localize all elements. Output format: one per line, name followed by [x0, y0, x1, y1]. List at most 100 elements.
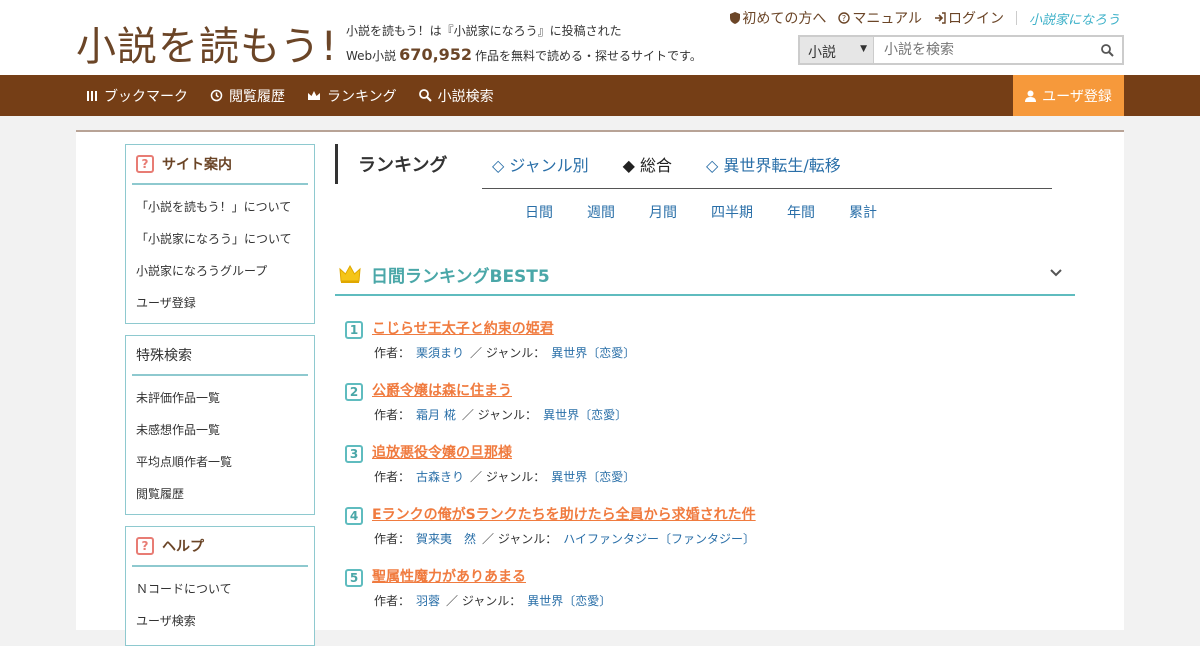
entry-title-link[interactable]: 聖属性魔力がありあまる [372, 566, 526, 586]
entry-meta: 作者： 古森きり ／ ジャンル： 異世界〔恋愛〕 [374, 468, 641, 485]
nav-ranking-label: ランキング [327, 88, 397, 105]
sidebar-item-register[interactable]: ユーザ登録 [136, 287, 314, 319]
top-links: 初めての方へ ? マニュアル ログイン 小説家になろう [730, 8, 1120, 28]
sidebar-guide-header: ? サイト案内 [132, 145, 308, 185]
nav-history[interactable]: 閲覧履歴 [210, 86, 285, 106]
author-link[interactable]: 古森きり [416, 470, 464, 484]
list-item: 1 こじらせ王太子と約束の姫君 作者： 栗須まり ／ ジャンル： 異世界〔恋愛〕 [345, 318, 1065, 380]
list-item: 5 聖属性魔力がありあまる 作者： 羽蓉 ／ ジャンル： 異世界〔恋愛〕 [345, 566, 1065, 628]
narou-logo-link[interactable]: 小説家になろう [1029, 9, 1120, 28]
tab-isekai[interactable]: ◇ 異世界転生/転移 [706, 152, 841, 176]
nav-bookmark-label: ブックマーク [104, 88, 188, 105]
period-daily[interactable]: 日間 [525, 202, 553, 222]
tagline-suffix: 作品を無料で読める・探せるサイトです。 [475, 49, 702, 63]
sidebar-guide: ? サイト案内 「小説を読もう！」について 「小説家になろう」について 小説家に… [125, 144, 315, 324]
author-label: 作者： [374, 532, 411, 546]
period-total[interactable]: 累計 [849, 202, 877, 222]
search-input[interactable] [874, 37, 1092, 63]
sidebar-item-ncode[interactable]: Ｎコードについて [136, 573, 314, 605]
author-label: 作者： [374, 594, 411, 608]
crown-icon [339, 264, 361, 283]
entry-title-link[interactable]: 追放悪役令嬢の旦那様 [372, 442, 512, 462]
bookmark-icon [87, 90, 97, 101]
sidebar-special: 特殊検索 未評価作品一覧 未感想作品一覧 平均点順作者一覧 閲覧履歴 [125, 335, 315, 515]
rank-badge: 1 [345, 321, 363, 339]
manual-label: マニュアル [852, 11, 922, 27]
entry-meta: 作者： 栗須まり ／ ジャンル： 異世界〔恋愛〕 [374, 344, 641, 361]
tagline-prefix: Web小説 [346, 49, 397, 63]
period-tabs: 日間 週間 月間 四半期 年間 累計 [525, 202, 877, 222]
help-icon: ? [136, 155, 154, 173]
daily-best-title: 日間ランキングBEST5 [371, 266, 550, 287]
caret-down-icon: ▼ [860, 44, 867, 54]
tagline-line2: Web小説 670,952 作品を無料で読める・探せるサイトです。 [346, 43, 702, 68]
search-bar: 小説 ▼ [798, 35, 1124, 65]
author-link[interactable]: 羽蓉 [416, 594, 440, 608]
tab-genre[interactable]: ◇ ジャンル別 [492, 152, 589, 176]
beginner-link[interactable]: 初めての方へ [730, 8, 826, 28]
nav-bookmark[interactable]: ブックマーク [86, 86, 188, 106]
login-link[interactable]: ログイン [934, 8, 1004, 28]
entry-meta: 作者： 羽蓉 ／ ジャンル： 異世界〔恋愛〕 [374, 592, 617, 609]
entry-title-link[interactable]: こじらせ王太子と約束の姫君 [372, 318, 554, 338]
list-item: 3 追放悪役令嬢の旦那様 作者： 古森きり ／ ジャンル： 異世界〔恋愛〕 [345, 442, 1065, 504]
list-item: 2 公爵令嬢は森に住まう 作者： 霜月 椛 ／ ジャンル： 異世界〔恋愛〕 [345, 380, 1065, 442]
genre-label: ／ ジャンル： [482, 532, 558, 546]
rank-badge: 3 [345, 445, 363, 463]
user-register-button[interactable]: ユーザ登録 [1013, 75, 1124, 116]
daily-best-header[interactable]: 日間ランキングBEST5 [335, 254, 1075, 296]
sidebar-item-no-review[interactable]: 未感想作品一覧 [136, 414, 314, 446]
search-icon [1100, 43, 1114, 57]
tab-overall[interactable]: ◆ 総合 [623, 152, 672, 176]
question-circle-icon: ? [838, 12, 851, 24]
genre-link[interactable]: 異世界〔恋愛〕 [527, 594, 611, 608]
shield-icon [730, 12, 741, 24]
genre-label: ／ ジャンル： [446, 594, 522, 608]
toplinks-divider [1015, 11, 1017, 25]
genre-label: ／ ジャンル： [461, 408, 538, 422]
rank-badge: 4 [345, 507, 363, 525]
sidebar-item-narou-group[interactable]: 小説家になろうグループ [136, 255, 314, 287]
genre-link[interactable]: ハイファンタジー〔ファンタジー〕 [563, 532, 755, 546]
search-button[interactable] [1092, 37, 1122, 63]
nav-search[interactable]: 小説検索 [418, 86, 494, 106]
entry-title-link[interactable]: Eランクの俺がSランクたちを助けたら全員から求婚された件 [372, 504, 756, 524]
genre-link[interactable]: 異世界〔恋愛〕 [543, 408, 627, 422]
author-link[interactable]: 霜月 椛 [416, 408, 456, 422]
period-weekly[interactable]: 週間 [587, 202, 615, 222]
author-label: 作者： [374, 408, 411, 422]
nav-ranking[interactable]: ランキング [307, 86, 397, 106]
sidebar-item-unrated[interactable]: 未評価作品一覧 [136, 382, 314, 414]
sidebar-guide-title: サイト案内 [162, 157, 232, 173]
genre-link[interactable]: 異世界〔恋愛〕 [551, 470, 635, 484]
nav-history-label: 閲覧履歴 [229, 88, 285, 105]
author-link[interactable]: 栗須まり [416, 346, 464, 360]
tagline-line1: 小説を読もう！は『小説家になろう』に投稿された [346, 24, 622, 38]
sidebar-item-avg-authors[interactable]: 平均点順作者一覧 [136, 446, 314, 478]
chevron-down-icon[interactable] [1049, 266, 1063, 280]
crown-icon [308, 90, 320, 100]
rank-badge: 2 [345, 383, 363, 401]
main-content: ? サイト案内 「小説を読もう！」について 「小説家になろう」について 小説家に… [76, 130, 1124, 646]
beginner-label: 初めての方へ [742, 11, 827, 27]
ranking-title: ランキング [335, 144, 447, 184]
nav-search-label: 小説検索 [437, 88, 494, 105]
period-monthly[interactable]: 月間 [649, 202, 677, 222]
sidebar-item-about-yomou[interactable]: 「小説を読もう！」について [136, 191, 314, 223]
sidebar-item-user-search[interactable]: ユーザ検索 [136, 605, 314, 637]
sidebar-item-history[interactable]: 閲覧履歴 [136, 478, 314, 510]
search-type-select[interactable]: 小説 ▼ [800, 37, 874, 63]
author-label: 作者： [374, 346, 411, 360]
site-logo[interactable]: 小説を読もう! [76, 14, 338, 72]
author-link[interactable]: 賀来夷 然 [416, 532, 476, 546]
period-yearly[interactable]: 年間 [787, 202, 815, 222]
genre-label: ／ ジャンル： [470, 346, 546, 360]
period-quarterly[interactable]: 四半期 [711, 202, 753, 222]
work-count: 670,952 [399, 45, 473, 64]
genre-link[interactable]: 異世界〔恋愛〕 [551, 346, 635, 360]
sidebar-item-about-narou[interactable]: 「小説家になろう」について [136, 223, 314, 255]
login-icon [934, 12, 946, 24]
entry-title-link[interactable]: 公爵令嬢は森に住まう [372, 380, 512, 400]
manual-link[interactable]: ? マニュアル [838, 8, 922, 28]
sidebar-help: ? ヘルプ Ｎコードについて ユーザ検索 [125, 526, 315, 646]
